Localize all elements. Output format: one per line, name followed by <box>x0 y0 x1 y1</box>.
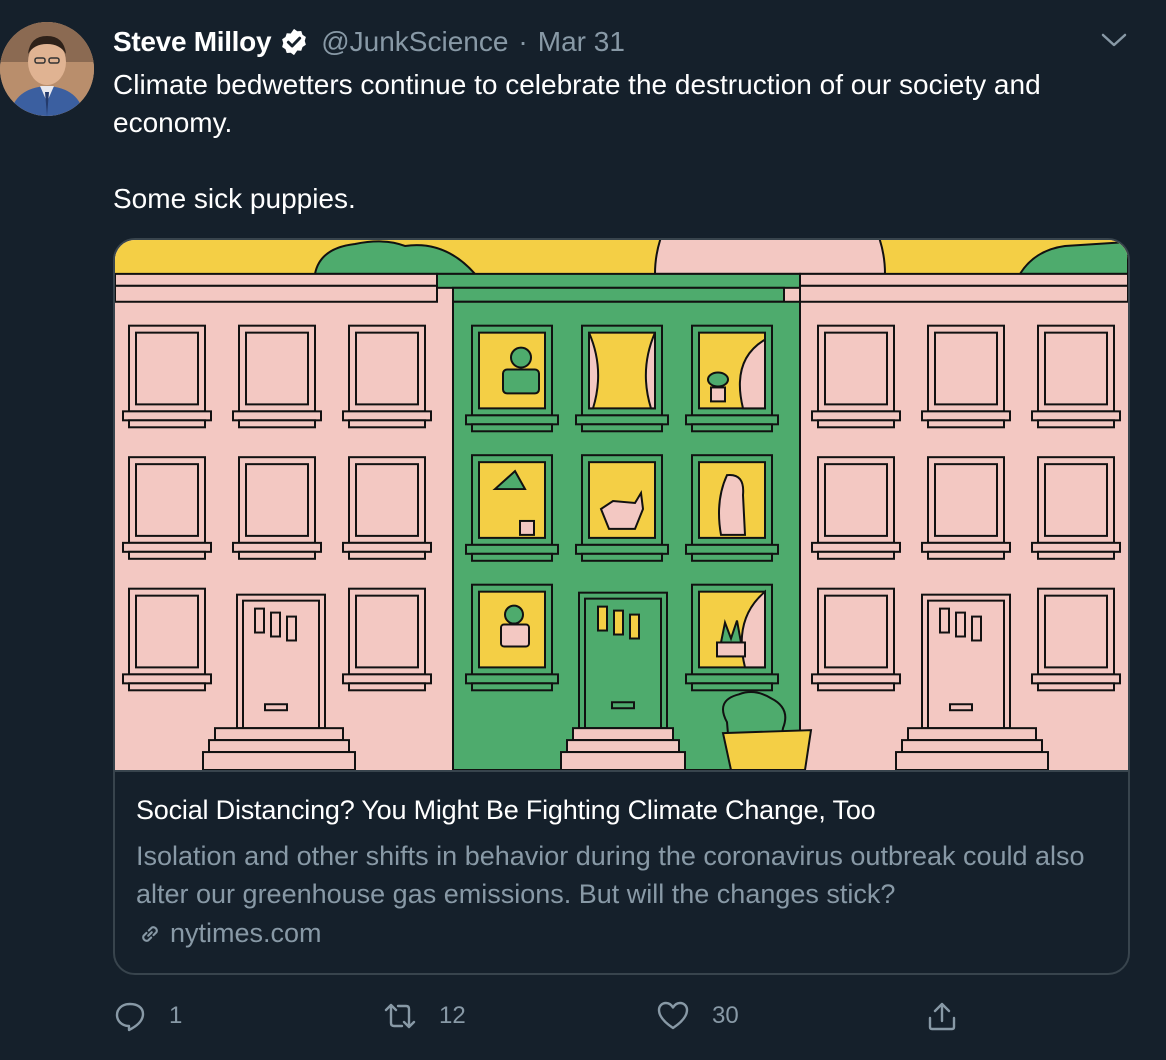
reply-count: 1 <box>169 1002 183 1029</box>
link-icon <box>136 920 164 948</box>
share-button[interactable] <box>925 996 959 1036</box>
tweet-date[interactable]: Mar 31 <box>538 26 625 58</box>
share-icon <box>928 1002 956 1031</box>
retweet-count: 12 <box>439 1002 466 1029</box>
link-card[interactable]: Social Distancing? You Might Be Fighting… <box>113 238 1130 975</box>
verified-badge-icon <box>279 27 309 57</box>
card-domain[interactable]: nytimes.com <box>136 918 322 949</box>
card-description: Isolation and other shifts in behavior d… <box>136 841 1085 909</box>
action-bar: 1 12 30 <box>113 996 973 1036</box>
tweet-text: Climate bedwetters continue to celebrate… <box>113 66 1113 218</box>
retweet-button[interactable]: 12 <box>383 996 466 1036</box>
tweet-header: Steve Milloy @JunkScience · Mar 31 <box>113 24 625 60</box>
author-name[interactable]: Steve Milloy <box>113 26 272 58</box>
retweet-icon <box>384 1003 416 1029</box>
card-title[interactable]: Social Distancing? You Might Be Fighting… <box>136 795 876 826</box>
heart-icon <box>657 1001 689 1030</box>
tweet-text-paragraph: Climate bedwetters continue to celebrate… <box>113 69 1041 138</box>
reply-button[interactable]: 1 <box>113 996 182 1036</box>
like-button[interactable]: 30 <box>656 996 739 1036</box>
header-separator: · <box>518 26 528 57</box>
avatar[interactable] <box>0 22 94 116</box>
tweet[interactable]: Steve Milloy @JunkScience · Mar 31 Clima… <box>0 0 1166 1060</box>
like-count: 30 <box>712 1002 739 1029</box>
card-image[interactable] <box>115 240 1128 772</box>
author-handle[interactable]: @JunkScience <box>321 26 508 58</box>
tweet-text-paragraph: Some sick puppies. <box>113 183 356 214</box>
card-domain-text: nytimes.com <box>170 918 322 948</box>
chevron-down-icon[interactable] <box>1100 30 1128 50</box>
reply-icon <box>115 1002 145 1032</box>
